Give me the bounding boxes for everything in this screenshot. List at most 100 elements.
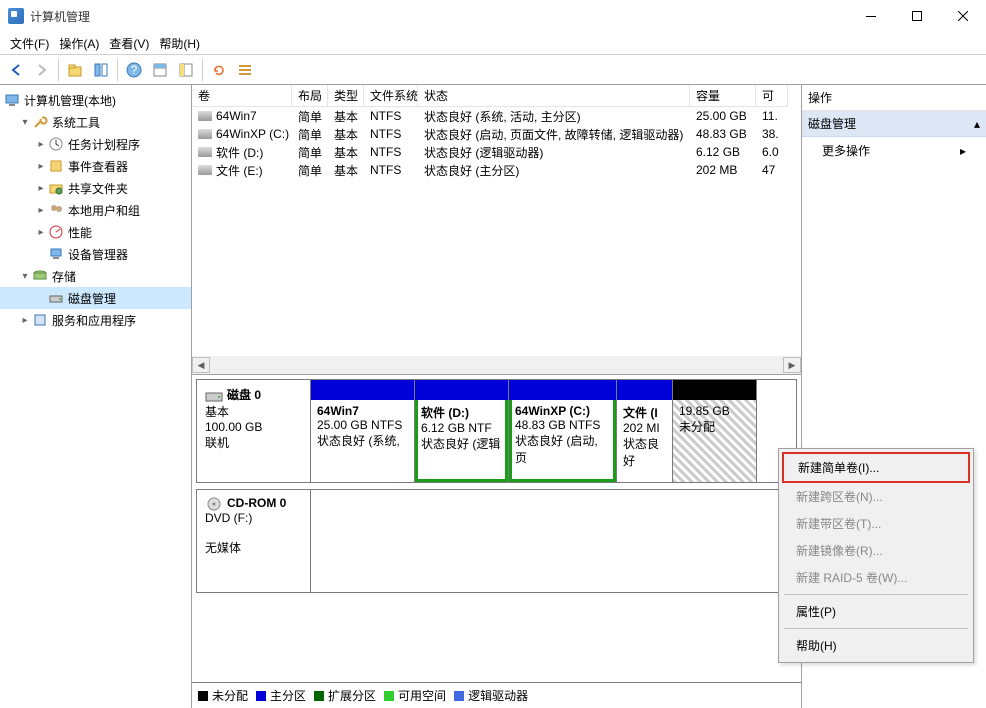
clock-icon [48,136,64,152]
tree-services-apps[interactable]: ▸ 服务和应用程序 [0,309,191,331]
ctx-new-raid5: 新建 RAID-5 卷(W)... [782,564,970,591]
volume-list: 卷 布局 类型 文件系统 状态 容量 可 64Win7简单基本NTFS状态良好 … [192,85,801,375]
chevron-down-icon[interactable]: ▾ [18,271,32,282]
storage-icon [32,268,48,284]
chevron-down-icon[interactable]: ▾ [18,117,32,128]
maximize-button[interactable] [894,0,940,32]
scroll-right-icon[interactable]: ▶ [783,357,801,373]
nav-tree: 计算机管理(本地) ▾ 系统工具 ▸ 任务计划程序 ▸ 事件查看器 ▸ 共享文件… [0,85,192,708]
tree-storage[interactable]: ▾ 存储 [0,265,191,287]
col-capacity[interactable]: 容量 [690,85,756,107]
action-header: 操作 [802,85,986,111]
tree-label: 性能 [68,224,92,241]
title-bar: 计算机管理 [0,0,986,32]
legend-logical: 逻辑驱动器 [468,687,528,704]
scroll-left-icon[interactable]: ◀ [192,357,210,373]
tree-shared-folders[interactable]: ▸ 共享文件夹 [0,177,191,199]
col-fs[interactable]: 文件系统 [364,85,418,107]
col-type[interactable]: 类型 [328,85,364,107]
action-more[interactable]: 更多操作 ▸ [802,137,986,164]
chevron-right-icon[interactable]: ▸ [34,227,48,238]
partition[interactable]: 文件 (I 202 MI 状态良好 [617,380,673,482]
menu-file[interactable]: 文件(F) [6,33,53,54]
refresh-button[interactable] [207,58,231,82]
chevron-right-icon[interactable]: ▸ [18,315,32,326]
ctx-new-mirror: 新建镜像卷(R)... [782,537,970,564]
ctx-help[interactable]: 帮助(H) [782,632,970,659]
action-subheader[interactable]: 磁盘管理 ▴ [802,111,986,137]
ctx-new-simple[interactable]: 新建简单卷(I)... [782,452,970,483]
up-button[interactable] [63,58,87,82]
disk-partitions: 64Win7 25.00 GB NTFS 状态良好 (系统, 软件 (D:) 6… [311,380,796,482]
back-button[interactable] [4,58,28,82]
chevron-right-icon[interactable]: ▸ [34,205,48,216]
partition[interactable]: 19.85 GB 未分配 [673,380,757,482]
h-scrollbar[interactable]: ◀ ▶ [192,356,801,374]
col-status[interactable]: 状态 [418,85,690,107]
tree-root-label: 计算机管理(本地) [24,92,116,109]
menu-action[interactable]: 操作(A) [55,33,103,54]
tree-label: 磁盘管理 [68,290,116,307]
disk-icon [205,497,223,511]
chevron-right-icon[interactable]: ▸ [34,139,48,150]
col-layout[interactable]: 布局 [292,85,328,107]
drive-icon [198,165,212,175]
drive-icon [198,111,212,121]
minimize-button[interactable] [848,0,894,32]
partition[interactable]: 64WinXP (C:) 48.83 GB NTFS 状态良好 (启动, 页 [509,380,617,482]
vol-name: 软件 (D:) [216,144,263,161]
action-more-label: 更多操作 [822,142,870,159]
tree-device-manager[interactable]: 设备管理器 [0,243,191,265]
partition[interactable]: 软件 (D:) 6.12 GB NTF 状态良好 (逻辑 [415,380,509,482]
tree-event-viewer[interactable]: ▸ 事件查看器 [0,155,191,177]
legend-extended: 扩展分区 [328,687,376,704]
window-title: 计算机管理 [30,8,848,25]
vol-name: 文件 (E:) [216,162,263,179]
chevron-right-icon[interactable]: ▸ [34,161,48,172]
settings-button[interactable] [174,58,198,82]
folder-share-icon [48,180,64,196]
users-icon [48,202,64,218]
col-volume[interactable]: 卷 [192,85,292,107]
legend-unallocated: 未分配 [212,687,248,704]
menu-help[interactable]: 帮助(H) [155,33,204,54]
tree-root[interactable]: 计算机管理(本地) [0,89,191,111]
tree-disk-management[interactable]: 磁盘管理 [0,287,191,309]
context-menu: 新建简单卷(I)... 新建跨区卷(N)... 新建带区卷(T)... 新建镜像… [778,448,974,663]
disk-info: CD-ROM 0 DVD (F:) 无媒体 [197,490,311,592]
list-button[interactable] [233,58,257,82]
legend-primary: 主分区 [270,687,306,704]
tree-task-scheduler[interactable]: ▸ 任务计划程序 [0,133,191,155]
partition[interactable]: 64Win7 25.00 GB NTFS 状态良好 (系统, [311,380,415,482]
volume-row[interactable]: 64WinXP (C:)简单基本NTFS状态良好 (启动, 页面文件, 故障转储… [192,125,801,143]
ctx-new-striped: 新建带区卷(T)... [782,510,970,537]
disk-partitions [311,490,796,592]
forward-button[interactable] [30,58,54,82]
disk-row: 磁盘 0 基本 100.00 GB 联机 64Win7 25.00 GB NTF… [196,379,797,483]
volume-row[interactable]: 64Win7简单基本NTFS状态良好 (系统, 活动, 主分区)25.00 GB… [192,107,801,125]
col-free[interactable]: 可 [756,85,788,107]
chevron-right-icon[interactable]: ▸ [34,183,48,194]
view-button[interactable] [148,58,172,82]
menu-view[interactable]: 查看(V) [105,33,153,54]
disk-info: 磁盘 0 基本 100.00 GB 联机 [197,380,311,482]
show-hide-button[interactable] [89,58,113,82]
svg-text:?: ? [131,63,138,77]
ctx-properties[interactable]: 属性(P) [782,598,970,625]
tree-label: 系统工具 [52,114,100,131]
tree-performance[interactable]: ▸ 性能 [0,221,191,243]
toolbar: ? [0,54,986,84]
tree-system-tools[interactable]: ▾ 系统工具 [0,111,191,133]
menu-bar: 文件(F) 操作(A) 查看(V) 帮助(H) [0,32,986,54]
volume-row[interactable]: 软件 (D:)简单基本NTFS状态良好 (逻辑驱动器)6.12 GB6.0 [192,143,801,161]
volume-rows: 64Win7简单基本NTFS状态良好 (系统, 活动, 主分区)25.00 GB… [192,107,801,356]
disk-panel: 磁盘 0 基本 100.00 GB 联机 64Win7 25.00 GB NTF… [192,375,801,682]
tree-label: 服务和应用程序 [52,312,136,329]
volume-row[interactable]: 文件 (E:)简单基本NTFS状态良好 (主分区)202 MB47 [192,161,801,179]
event-icon [48,158,64,174]
help-button[interactable]: ? [122,58,146,82]
app-icon [8,8,24,24]
tree-local-users[interactable]: ▸ 本地用户和组 [0,199,191,221]
tools-icon [32,114,48,130]
close-button[interactable] [940,0,986,32]
